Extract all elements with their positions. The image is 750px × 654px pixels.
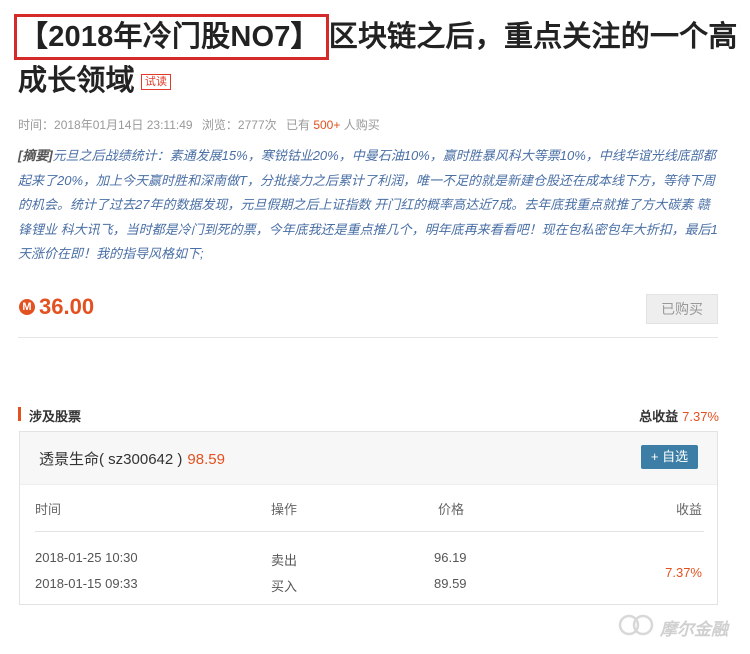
trade-time: 2018-01-25 10:30 — [35, 550, 138, 565]
stock-card-header: 透景生命( sz300642 ) 98.59 + 自选 — [20, 432, 717, 485]
trade-return: 7.37% — [665, 565, 702, 580]
header-price: 价格 — [438, 502, 465, 517]
stock-price: 98.59 — [187, 451, 225, 468]
trade-price: 89.59 — [434, 576, 467, 591]
title-highlight: 【2018年冷门股NO7】 — [14, 14, 329, 60]
trade-action: 买入 — [271, 579, 298, 594]
watermark: 摩尔金融 — [617, 611, 741, 641]
stock-name[interactable]: 透景生命( sz300642 ) 98.59 — [39, 448, 225, 469]
brand-logo-icon — [618, 614, 654, 636]
total-return: 总收益 7.37% — [639, 406, 719, 425]
buyers-count: 500+ — [313, 118, 341, 132]
add-watchlist-button[interactable]: + 自选 — [641, 445, 698, 469]
related-stocks-header: 涉及股票 总收益 7.37% — [18, 404, 719, 424]
buyers-prefix: 已有 — [285, 118, 310, 132]
article-price: 36.00 — [39, 294, 95, 319]
trial-badge[interactable]: 试读 — [140, 74, 172, 91]
trade-time: 2018-01-15 09:33 — [35, 576, 138, 591]
views-value: 2777次 — [237, 118, 277, 132]
total-return-value: 7.37% — [682, 409, 719, 424]
views-label: 浏览： — [201, 118, 238, 132]
article-header: 【2018年冷门股NO7】 区块链之后，重点关注的一个高成长领域 试读 — [14, 14, 738, 103]
header-return: 收益 — [675, 502, 702, 517]
purchase-row: M 36.00 已购买 — [18, 292, 718, 326]
header-time: 时间 — [35, 502, 62, 517]
divider — [18, 337, 718, 338]
trade-action: 卖出 — [271, 553, 298, 568]
summary-text: 元旦之后战绩统计：素通发展15%，寒锐钴业20%，中曼石油10%，赢时胜暴风科大… — [18, 148, 718, 261]
time-value: 2018年01月14日 23:11:49 — [54, 118, 193, 132]
article-summary: [摘要]元旦之后战绩统计：素通发展15%，寒锐钴业20%，中曼石油10%，赢时胜… — [18, 144, 720, 267]
watermark-text: 摩尔金融 — [660, 620, 728, 639]
stock-name-text[interactable]: 透景生命( sz300642 ) — [39, 451, 182, 468]
bought-button[interactable]: 已购买 — [646, 294, 718, 324]
summary-tag: [摘要] — [18, 148, 53, 163]
trade-price: 96.19 — [434, 550, 467, 565]
coin-icon: M — [19, 299, 35, 315]
header-action: 操作 — [271, 502, 298, 517]
section-title: 涉及股票 — [29, 409, 82, 424]
total-return-label: 总收益 — [639, 409, 679, 424]
table-divider — [35, 531, 704, 532]
time-label: 时间： — [18, 118, 55, 132]
article-title: 【2018年冷门股NO7】 区块链之后，重点关注的一个高成长领域 试读 — [14, 14, 738, 103]
buyers-suffix: 人购买 — [343, 118, 380, 132]
section-accent-bar — [18, 407, 21, 421]
article-meta: 时间：2018年01月14日 23:11:49 浏览：2777次 已有 500+… — [18, 116, 380, 133]
stock-card: 透景生命( sz300642 ) 98.59 + 自选 时间 操作 价格 收益 2… — [19, 431, 718, 605]
